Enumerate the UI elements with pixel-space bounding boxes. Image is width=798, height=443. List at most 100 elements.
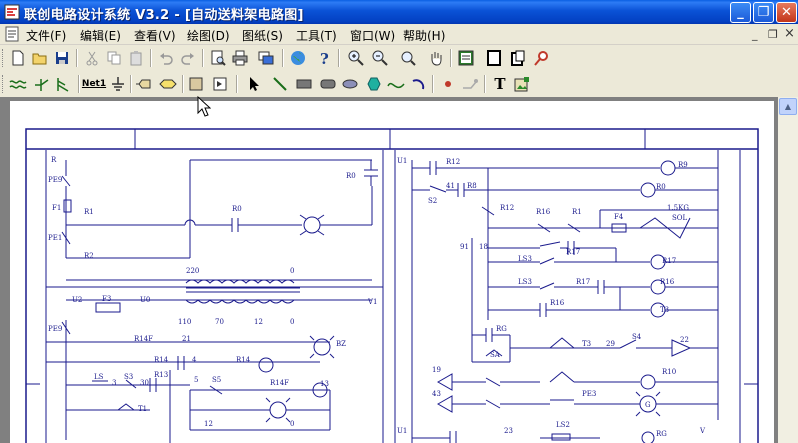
cut-icon[interactable]: [82, 48, 102, 68]
schematic-label: SA: [490, 351, 501, 359]
page-copy-icon[interactable]: [508, 48, 528, 68]
zoom-out-icon[interactable]: [370, 48, 390, 68]
off-sheet-icon[interactable]: [158, 74, 178, 94]
title-bar: 联创电路设计系统 V3.2 - [自动送料架电路图] _ ❐ ✕: [0, 0, 798, 24]
port-icon[interactable]: [134, 74, 154, 94]
document-icon[interactable]: [4, 26, 20, 42]
schematic-label: 4: [192, 356, 197, 364]
schematic-label: PE3: [582, 390, 596, 398]
schematic-label: 3: [112, 379, 116, 387]
new-icon[interactable]: [8, 48, 28, 68]
schematic-label: 21: [182, 335, 191, 343]
bus-entry-icon[interactable]: [32, 74, 52, 94]
mdi-minimize-button[interactable]: _: [752, 28, 758, 41]
schematic-label: 0: [290, 420, 294, 428]
schematic-label: R0: [656, 183, 666, 191]
schematic-label: 1.5KG: [667, 204, 689, 212]
schematic-label: S3: [124, 373, 133, 381]
schematic-label: R: [51, 156, 57, 164]
schematic-label: V: [699, 427, 706, 435]
print-preview-icon[interactable]: [208, 48, 228, 68]
junction-dot-icon[interactable]: [438, 74, 458, 94]
ellipse-icon[interactable]: [340, 74, 360, 94]
menu-sheet[interactable]: 图纸(S): [242, 27, 283, 44]
menu-draw[interactable]: 绘图(D): [187, 27, 230, 44]
schematic-label: R14F: [134, 335, 153, 343]
schematic-label: 19: [432, 366, 441, 374]
open-icon[interactable]: [30, 48, 50, 68]
restore-button[interactable]: ❐: [753, 2, 774, 23]
schematic-label: R16: [660, 278, 675, 286]
schematic-label: 12: [204, 420, 213, 428]
menu-help[interactable]: 帮助(H): [403, 27, 445, 44]
pin-icon[interactable]: [460, 74, 480, 94]
arc-icon[interactable]: [408, 74, 428, 94]
schematic-label: R0: [346, 172, 356, 180]
schematic-label: U0: [140, 296, 150, 304]
schematic-label: G: [645, 401, 651, 409]
print-icon[interactable]: [230, 48, 250, 68]
app-icon: [4, 4, 20, 20]
bus-wire-icon[interactable]: [8, 74, 28, 94]
drawing-canvas-area[interactable]: R PE9 F1 R1 PE1 R2 R0 R0 220 0 U1 R12 R9…: [0, 97, 778, 443]
image-insert-icon[interactable]: [512, 74, 532, 94]
mdi-close-button[interactable]: ×: [784, 26, 795, 41]
schematic-label: R0: [232, 205, 242, 213]
schematic-label: S4: [632, 333, 642, 341]
menu-window[interactable]: 窗口(W): [350, 27, 395, 44]
schematic-label: 43: [432, 390, 441, 398]
schematic-label: R1: [572, 208, 582, 216]
schematic-label: 0: [290, 267, 294, 275]
globe-icon[interactable]: [288, 48, 308, 68]
schematic-label: 22: [680, 336, 689, 344]
text-tool-icon[interactable]: T: [490, 74, 510, 94]
schematic-label: 5: [194, 376, 198, 384]
schematic-label: LS2: [556, 421, 570, 429]
schematic-label: LS: [94, 373, 104, 381]
block-icon[interactable]: [186, 74, 206, 94]
redo-icon[interactable]: [178, 48, 198, 68]
select-arrow-icon[interactable]: [244, 74, 264, 94]
block-port-icon[interactable]: [210, 74, 230, 94]
menu-bar: 文件(F) 编辑(E) 查看(V) 绘图(D) 图纸(S) 工具(T) 窗口(W…: [0, 24, 798, 45]
rectangle-icon[interactable]: [294, 74, 314, 94]
schematic-label: 13: [320, 380, 329, 388]
close-button[interactable]: ✕: [776, 2, 797, 23]
toolbar-grip[interactable]: [2, 49, 6, 67]
vertical-scrollbar[interactable]: ▲: [778, 97, 798, 443]
schematic-label: U1: [397, 427, 407, 435]
pan-hand-icon[interactable]: [426, 48, 446, 68]
schematic-label: R9: [678, 161, 688, 169]
menu-view[interactable]: 查看(V): [134, 27, 176, 44]
window-icon[interactable]: [256, 48, 276, 68]
schematic-label: R17: [566, 248, 580, 256]
schematic-label: SOL: [672, 214, 688, 222]
menu-file[interactable]: 文件(F): [26, 27, 66, 44]
polygon-icon[interactable]: [364, 74, 384, 94]
menu-tools[interactable]: 工具(T): [296, 27, 337, 44]
save-icon[interactable]: [52, 48, 72, 68]
rounded-rect-icon[interactable]: [318, 74, 338, 94]
menu-edit[interactable]: 编辑(E): [80, 27, 121, 44]
copy-icon[interactable]: [104, 48, 124, 68]
properties-icon[interactable]: [456, 48, 476, 68]
net-label-icon[interactable]: Net1: [82, 74, 106, 94]
find-icon[interactable]: [532, 48, 552, 68]
paste-icon[interactable]: [126, 48, 146, 68]
ground-icon[interactable]: [108, 74, 128, 94]
toolbar-grip[interactable]: [2, 75, 6, 93]
undo-icon[interactable]: [156, 48, 176, 68]
page-icon[interactable]: [484, 48, 504, 68]
schematic-sheet[interactable]: R PE9 F1 R1 PE1 R2 R0 R0 220 0 U1 R12 R9…: [10, 101, 774, 443]
scroll-up-button[interactable]: ▲: [779, 98, 797, 115]
schematic-label: 12: [254, 318, 263, 326]
help-icon[interactable]: ?: [314, 48, 334, 68]
schematic-label: R13: [154, 371, 168, 379]
line-icon[interactable]: [270, 74, 290, 94]
bus-branch-icon[interactable]: [54, 74, 74, 94]
curve-icon[interactable]: [386, 74, 406, 94]
mdi-restore-button[interactable]: ❐: [768, 28, 778, 41]
zoom-fit-icon[interactable]: [398, 48, 418, 68]
minimize-button[interactable]: _: [730, 2, 751, 23]
zoom-in-icon[interactable]: [346, 48, 366, 68]
